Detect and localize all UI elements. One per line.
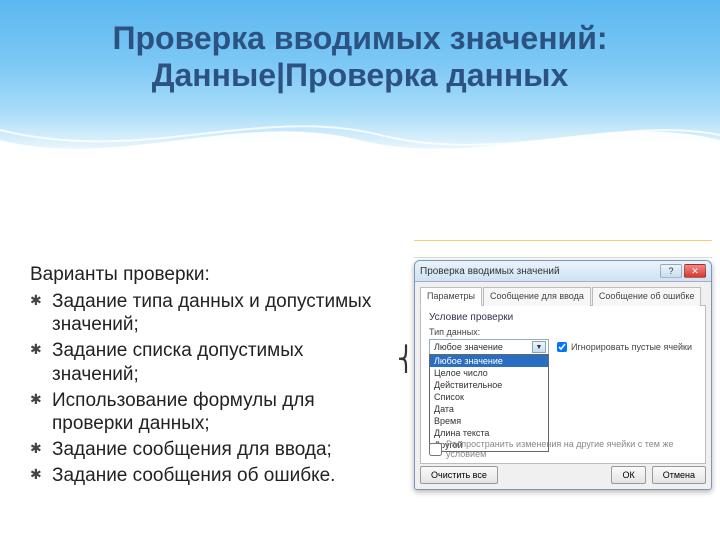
dialog-footer: Очистить все ОК Отмена — [420, 466, 706, 484]
help-button[interactable]: ? — [660, 264, 682, 278]
dialog-titlebar[interactable]: Проверка вводимых значений ? ✕ — [415, 261, 711, 282]
cancel-button[interactable]: Отмена — [652, 466, 706, 484]
data-validation-dialog: Проверка вводимых значений ? ✕ Параметры… — [414, 260, 712, 490]
window-controls: ? ✕ — [660, 264, 706, 278]
option-textlength[interactable]: Длина текста — [430, 427, 548, 439]
spread-label: Распространить изменения на другие ячейк… — [446, 439, 711, 459]
title-line-2: Данные|Проверка данных — [152, 57, 569, 93]
type-label: Тип данных: — [429, 327, 697, 337]
clear-all-button[interactable]: Очистить все — [420, 466, 498, 484]
list-item: Задание сообщения для ввода; — [30, 438, 390, 462]
tab-input-message[interactable]: Сообщение для ввода — [483, 287, 591, 306]
type-dropdown-list[interactable]: Любое значение Целое число Действительно… — [429, 354, 549, 452]
spread-changes-checkbox[interactable]: Распространить изменения на другие ячейк… — [429, 439, 711, 459]
intro-text: Варианты проверки: — [30, 264, 390, 286]
ignore-blank-checkbox[interactable]: Игнорировать пустые ячейки — [557, 342, 692, 352]
list-item: Задание списка допустимых значений; — [30, 339, 390, 387]
option-time[interactable]: Время — [430, 415, 548, 427]
spreadsheet-strip — [414, 240, 712, 258]
option-decimal[interactable]: Действительное — [430, 379, 548, 391]
group-label: Условие проверки — [429, 312, 697, 323]
type-combobox[interactable]: Любое значение ▼ — [429, 339, 549, 355]
option-list[interactable]: Список — [430, 391, 548, 403]
list-item: Использование формулы для проверки данны… — [30, 389, 390, 437]
close-button[interactable]: ✕ — [684, 264, 706, 278]
brace-decor: ⎨ — [397, 345, 415, 374]
tab-error-message[interactable]: Сообщение об ошибке — [592, 287, 702, 306]
ignore-blank-input[interactable] — [557, 342, 567, 352]
option-any[interactable]: Любое значение — [430, 355, 548, 367]
ignore-blank-label: Игнорировать пустые ячейки — [571, 342, 692, 352]
tab-parameters[interactable]: Параметры — [420, 287, 482, 306]
spread-input[interactable] — [429, 443, 442, 456]
ok-button[interactable]: ОК — [611, 466, 645, 484]
list-item: Задание сообщения об ошибке. — [30, 464, 390, 488]
dialog-title: Проверка вводимых значений — [420, 266, 560, 277]
slide-body: Варианты проверки: Задание типа данных и… — [0, 94, 420, 488]
list-item: Задание типа данных и допустимых значени… — [30, 290, 390, 338]
type-value: Любое значение — [434, 342, 503, 352]
option-date[interactable]: Дата — [430, 403, 548, 415]
bullet-list: Задание типа данных и допустимых значени… — [30, 290, 390, 488]
option-integer[interactable]: Целое число — [430, 367, 548, 379]
slide-title: Проверка вводимых значений: Данные|Прове… — [0, 0, 720, 94]
chevron-down-icon: ▼ — [532, 341, 546, 353]
dialog-tabs: Параметры Сообщение для ввода Сообщение … — [420, 286, 706, 306]
title-line-1: Проверка вводимых значений: — [112, 20, 607, 56]
